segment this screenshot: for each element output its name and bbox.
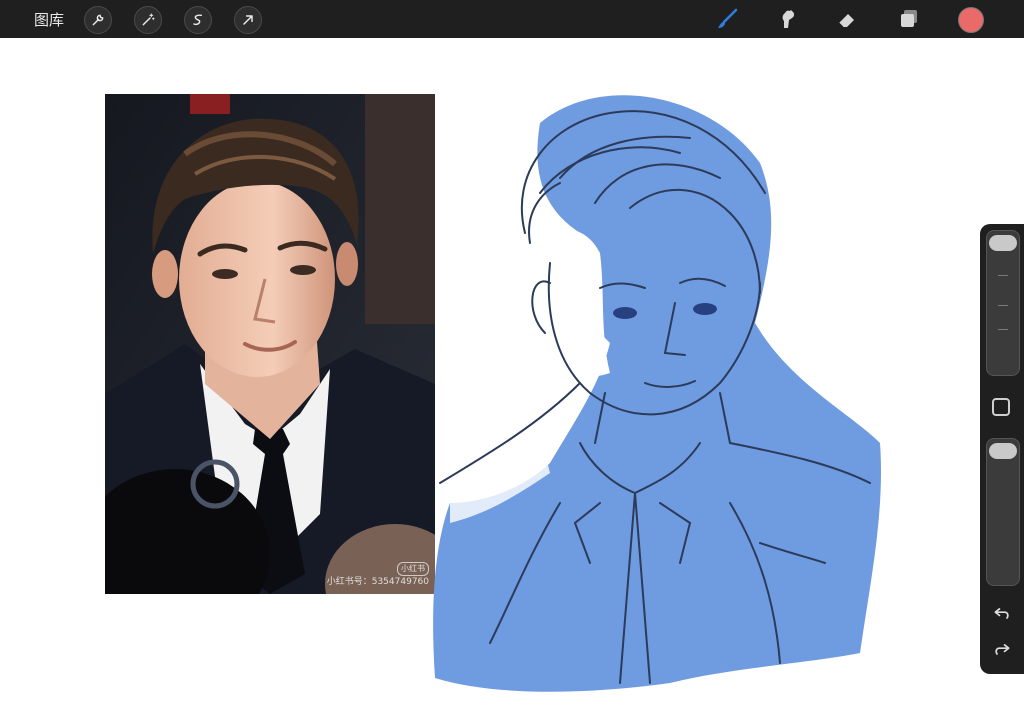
- layers-button[interactable]: [896, 6, 922, 32]
- undo-icon: [994, 608, 1009, 619]
- watermark-id: 小红书号：5354749760: [326, 577, 429, 587]
- layers-icon: [901, 10, 917, 27]
- redo-button[interactable]: [991, 638, 1013, 660]
- watermark-badge: 小红书: [397, 562, 429, 576]
- transform-button[interactable]: [234, 6, 262, 34]
- slider-tick: [998, 275, 1008, 276]
- selection-button[interactable]: [184, 6, 212, 34]
- transform-arrow-icon: [243, 15, 253, 25]
- brush-sidebar: [980, 224, 1024, 674]
- brush-tool-button[interactable]: [714, 6, 740, 32]
- smudge-tool-button[interactable]: [774, 6, 800, 32]
- eraser-tool-button[interactable]: [834, 6, 860, 32]
- brush-opacity-thumb[interactable]: [989, 443, 1017, 459]
- actions-button[interactable]: [84, 6, 112, 34]
- top-toolbar: 图库: [0, 0, 1024, 38]
- brush-size-slider[interactable]: [986, 230, 1020, 376]
- eraser-icon: [838, 14, 854, 28]
- smudge-icon: [782, 10, 795, 28]
- magic-wand-icon: [142, 13, 155, 26]
- wrench-icon: [92, 14, 104, 26]
- color-picker-button[interactable]: [958, 7, 984, 33]
- sketch-illustration: [433, 95, 881, 692]
- slider-tick: [998, 329, 1008, 330]
- brush-size-thumb[interactable]: [989, 235, 1017, 251]
- slider-tick: [998, 305, 1008, 306]
- selection-icon: [193, 14, 203, 26]
- modify-button[interactable]: [992, 398, 1010, 416]
- portrait-photo-illustration: [105, 94, 435, 594]
- redo-icon: [995, 644, 1010, 655]
- drawing-canvas[interactable]: 小红书 小红书号：5354749760: [0, 38, 1024, 712]
- photo-watermark: 小红书 小红书号：5354749760: [327, 562, 429, 588]
- brush-icon: [718, 8, 738, 28]
- undo-button[interactable]: [991, 602, 1013, 624]
- brush-opacity-slider[interactable]: [986, 438, 1020, 586]
- adjustments-button[interactable]: [134, 6, 162, 34]
- gallery-button[interactable]: 图库: [34, 9, 64, 30]
- sketch-artwork: [430, 83, 900, 713]
- reference-photo: 小红书 小红书号：5354749760: [105, 94, 435, 594]
